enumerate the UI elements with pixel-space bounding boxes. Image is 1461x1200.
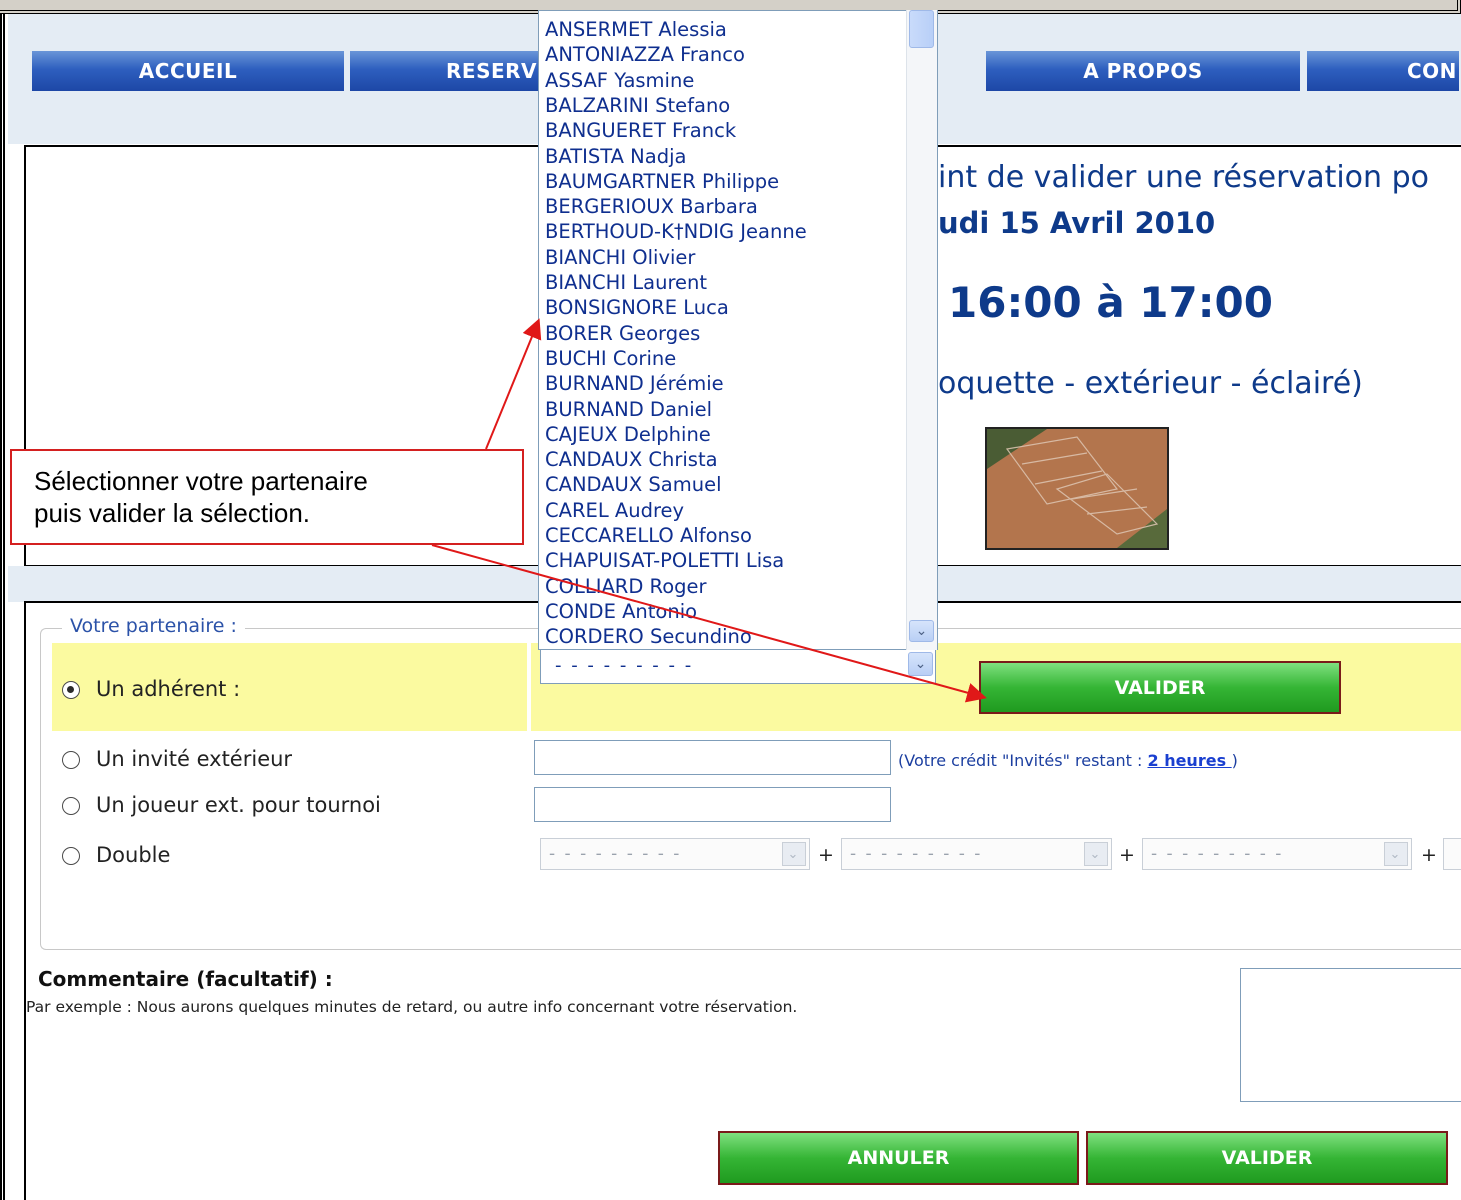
arrow-to-validate: [431, 544, 987, 703]
annotation-arrows: [431, 318, 987, 703]
arrow-to-list: [485, 318, 542, 450]
